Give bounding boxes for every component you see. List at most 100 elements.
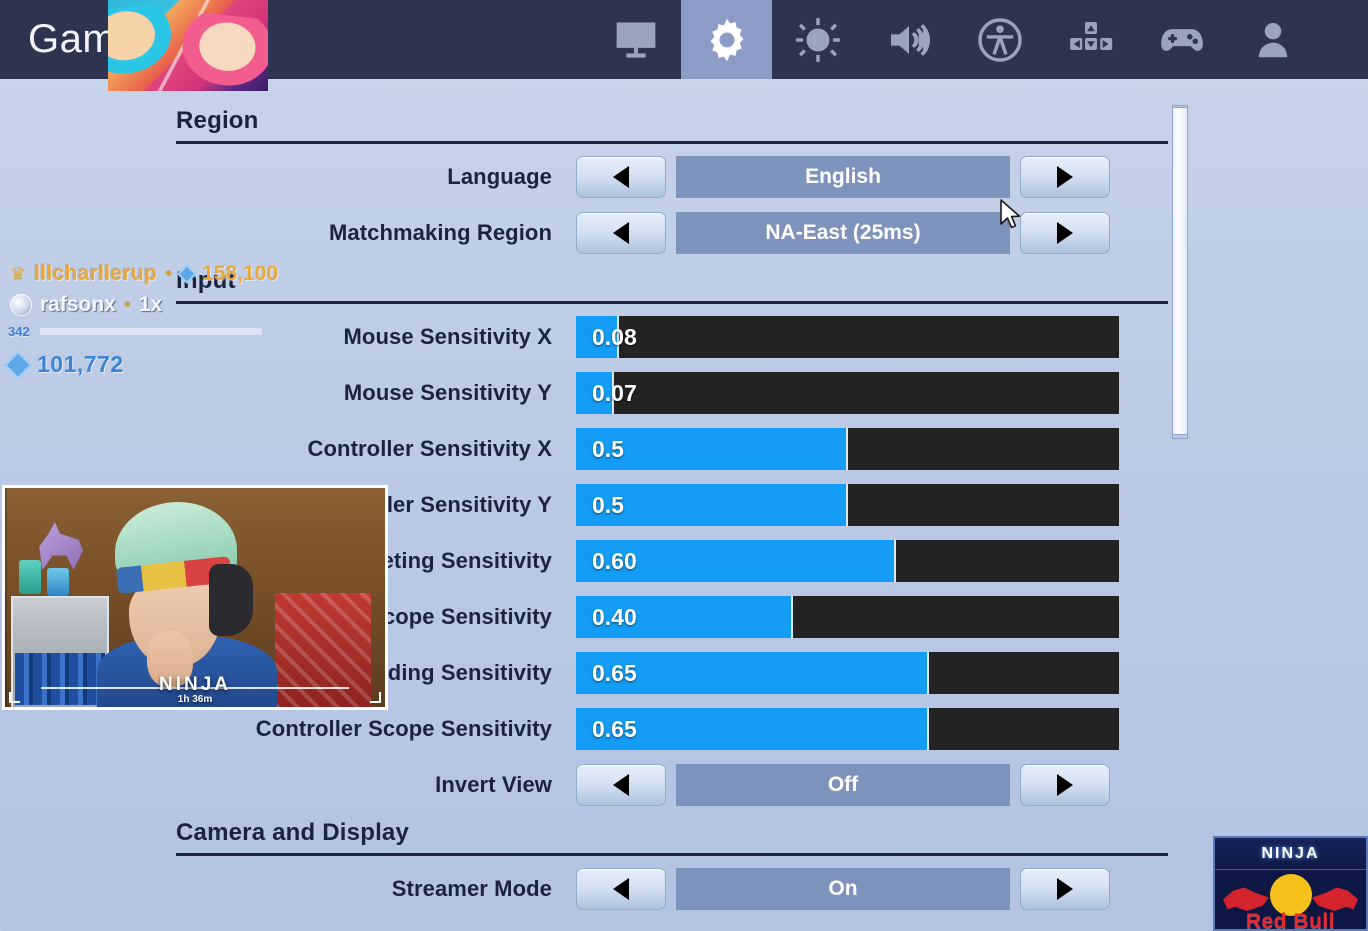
webcam-corner-bracket [370, 692, 381, 703]
monitor-icon [616, 22, 655, 58]
keybinds-icon [1069, 21, 1112, 50]
invert-view-value[interactable]: Off [676, 764, 1010, 806]
slider-value: 0.5 [592, 491, 624, 518]
language-next-button[interactable] [1020, 156, 1110, 198]
stepper-invert-view: Off [576, 764, 1110, 806]
section-title-input: Input [176, 267, 236, 294]
slider-value: 0.40 [592, 603, 637, 630]
slider-mouse-sensitivity-x[interactable]: 0.08 [576, 316, 1119, 358]
slider-value: 0.65 [592, 659, 637, 686]
section-divider [176, 301, 1168, 304]
row-language: Language English [176, 154, 1168, 200]
tab-account[interactable] [1227, 0, 1318, 79]
stepper-matchmaking-region: NA-East (25ms) [576, 212, 1110, 254]
matchmaking-region-next-button[interactable] [1020, 212, 1110, 254]
slider-controller-building-sensitivity[interactable]: 0.65 [576, 652, 1119, 694]
sponsor-partner-name: Red Bull [1245, 910, 1336, 931]
webcam-bottle-1 [19, 560, 41, 594]
chevron-left-icon [613, 774, 629, 796]
section-header-camera-and-display: Camera and Display [176, 819, 1168, 856]
row-invert-view: Invert View Off [176, 762, 1168, 808]
slider-mouse-sensitivity-y[interactable]: 0.07 [576, 372, 1119, 414]
accessibility-icon [977, 17, 1022, 62]
webcam-bottle-2 [47, 568, 69, 596]
matchmaking-region-prev-button[interactable] [576, 212, 666, 254]
slider-controller-sensitivity-x[interactable]: 0.5 [576, 428, 1119, 470]
webcam-brand-name: NINJA [158, 674, 231, 695]
section-header-region: Region [176, 107, 1168, 144]
slider-value: 0.07 [592, 379, 637, 406]
chevron-right-icon [1057, 222, 1073, 244]
webcam-corner-bracket [9, 692, 20, 703]
label-matchmaking-region: Matchmaking Region [328, 220, 552, 245]
row-mouse-sensitivity-x: Mouse Sensitivity X 0.08 [176, 314, 1168, 360]
language-value[interactable]: English [676, 156, 1010, 198]
sponsor-card: NINJA Red Bull [1213, 836, 1368, 931]
chevron-right-icon [1057, 166, 1073, 188]
slider-controller-scope-sensitivity-2[interactable]: 0.65 [576, 708, 1119, 750]
row-streamer-mode: Streamer Mode On [176, 866, 1168, 912]
sponsor-brand-name: NINJA [1261, 844, 1320, 862]
tab-keyboard[interactable] [1045, 0, 1136, 79]
webcam-brand: NINJA 1h 36m [5, 674, 385, 705]
sponsor-header: NINJA [1215, 838, 1366, 870]
sponsor-logo: Red Bull [1215, 870, 1366, 931]
tab-game[interactable] [681, 0, 772, 79]
streamer-mode-next-button[interactable] [1020, 868, 1110, 910]
redbull-bull-left-icon [1223, 887, 1269, 911]
banner-split-divider [108, 0, 268, 91]
page-title: Gam [28, 17, 117, 61]
webcam-uptime: 1h 36m [177, 694, 213, 705]
speaker-icon [890, 24, 930, 55]
section-title-region: Region [176, 107, 259, 134]
chevron-left-icon [613, 222, 629, 244]
streamer-mode-prev-button[interactable] [576, 868, 666, 910]
nav-icon-group [590, 0, 1318, 79]
label-controller-sensitivity-x: Controller Sensitivity X [307, 436, 552, 461]
controller-icon [1160, 28, 1203, 51]
label-controller-scope-sensitivity-2: Controller Scope Sensitivity [255, 716, 552, 741]
chevron-right-icon [1057, 774, 1073, 796]
anime-banner-overlay [108, 0, 268, 91]
language-prev-button[interactable] [576, 156, 666, 198]
label-streamer-mode: Streamer Mode [391, 876, 552, 901]
row-mouse-sensitivity-y: Mouse Sensitivity Y 0.07 [176, 370, 1168, 416]
brightness-icon [795, 17, 840, 62]
label-mouse-sensitivity-x: Mouse Sensitivity X [343, 324, 552, 349]
matchmaking-region-value[interactable]: NA-East (25ms) [676, 212, 1010, 254]
slider-controller-targeting-sensitivity[interactable]: 0.60 [576, 540, 1119, 582]
section-divider [176, 853, 1168, 856]
invert-view-next-button[interactable] [1020, 764, 1110, 806]
tab-accessibility[interactable] [954, 0, 1045, 79]
row-controller-sensitivity-x: Controller Sensitivity X 0.5 [176, 426, 1168, 472]
slider-value: 0.08 [592, 323, 637, 350]
tab-controller[interactable] [1136, 0, 1227, 79]
tab-video[interactable] [590, 0, 681, 79]
stepper-streamer-mode: On [576, 868, 1110, 910]
webcam-feed: NINJA 1h 36m [2, 485, 388, 710]
row-controller-scope-sensitivity-2: Controller Scope Sensitivity 0.65 [176, 706, 1168, 752]
label-mouse-sensitivity-y: Mouse Sensitivity Y [343, 380, 552, 405]
chevron-left-icon [613, 878, 629, 900]
section-divider [176, 141, 1168, 144]
slider-value: 0.5 [592, 435, 624, 462]
label-language: Language [447, 164, 552, 189]
streamer-headset [209, 564, 253, 636]
chevron-right-icon [1057, 878, 1073, 900]
tab-brightness[interactable] [772, 0, 863, 79]
gear-icon [710, 18, 743, 61]
slider-value: 0.60 [592, 547, 637, 574]
slider-value: 0.65 [592, 715, 637, 742]
chevron-left-icon [613, 166, 629, 188]
streamer-mode-value[interactable]: On [676, 868, 1010, 910]
section-header-input: Input [176, 267, 1168, 304]
slider-controller-scope-sensitivity-1[interactable]: 0.40 [576, 596, 1119, 638]
section-title-camera-and-display: Camera and Display [176, 819, 410, 846]
slider-controller-sensitivity-y[interactable]: 0.5 [576, 484, 1119, 526]
invert-view-prev-button[interactable] [576, 764, 666, 806]
label-invert-view: Invert View [435, 772, 552, 797]
scrollbar-thumb[interactable] [1172, 107, 1188, 435]
tab-audio[interactable] [863, 0, 954, 79]
row-matchmaking-region: Matchmaking Region NA-East (25ms) [176, 210, 1168, 256]
redbull-bull-right-icon [1312, 887, 1358, 911]
